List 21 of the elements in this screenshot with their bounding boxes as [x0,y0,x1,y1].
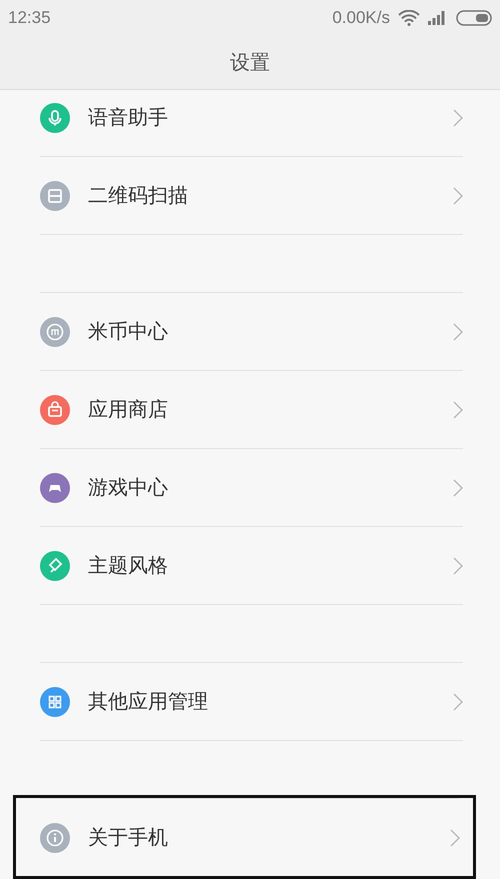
wifi-icon [398,10,420,26]
network-speed: 0.00K/s [332,8,390,28]
settings-item[interactable]: 应用商店 [40,371,463,449]
chevron-icon [453,478,463,496]
chevron-icon [453,108,463,126]
clock: 12:35 [8,8,51,28]
chevron-icon [453,692,463,710]
settings-item[interactable]: 主题风格 [40,527,463,605]
settings-item[interactable]: 二维码扫描 [40,157,463,235]
chevron-icon [450,828,460,846]
chevron-icon [453,556,463,574]
settings-item[interactable]: 语音助手 [40,90,463,157]
page-title: 设置 [229,48,271,76]
chevron-icon [453,186,463,204]
chevron-icon [453,400,463,418]
settings-item[interactable]: 米币中心 [40,292,463,371]
settings-item[interactable]: 游戏中心 [40,449,463,527]
battery-icon [456,10,492,26]
settings-item[interactable]: 关于手机 [40,798,460,876]
settings-item[interactable]: 其他应用管理 [40,662,463,741]
chevron-icon [453,322,463,340]
